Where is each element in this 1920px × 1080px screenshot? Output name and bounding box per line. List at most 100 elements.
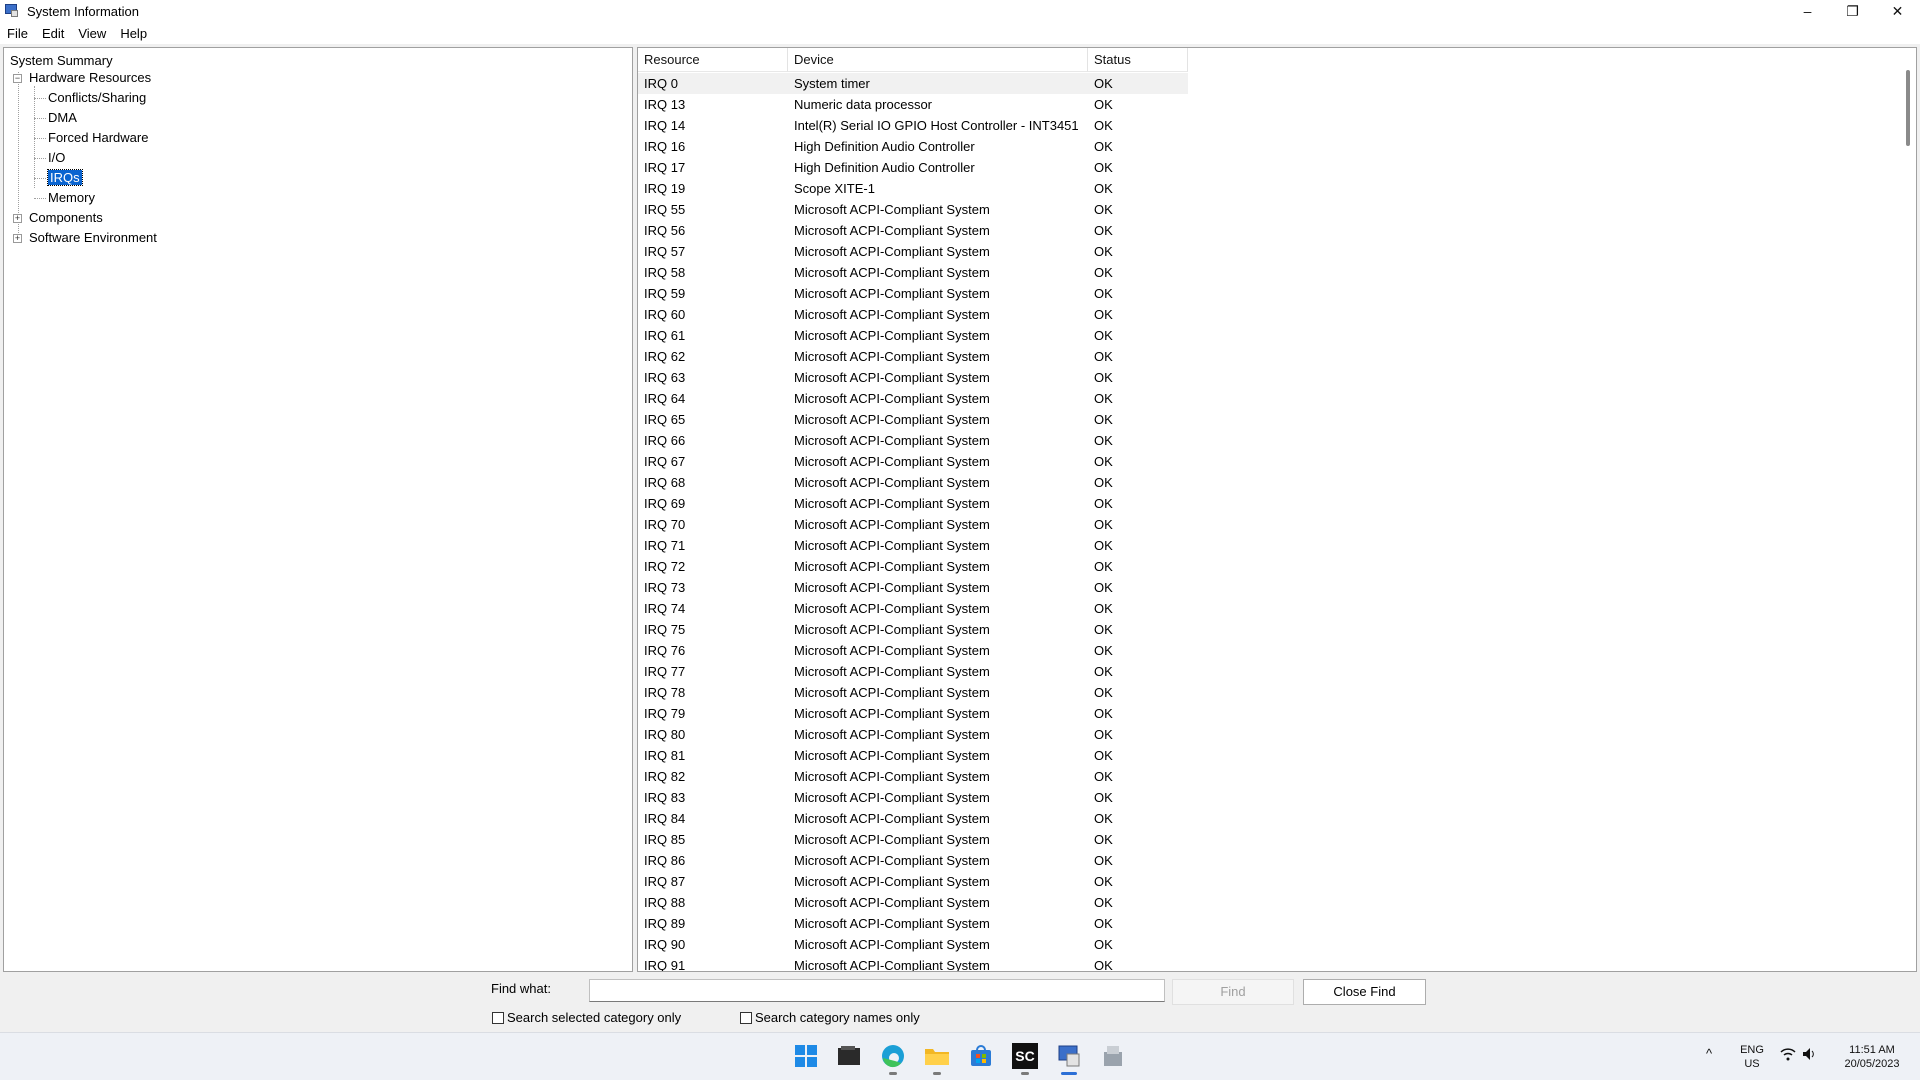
tree-item-components[interactable]: Components [29, 208, 103, 228]
table-row[interactable]: IRQ 68 Microsoft ACPI-Compliant System OK [638, 472, 1878, 493]
details-list[interactable]: Resource Device Status IRQ 0 System timer… [637, 47, 1917, 972]
sc-app-icon[interactable]: SC [1012, 1043, 1038, 1075]
menu-view[interactable]: View [71, 26, 113, 41]
vertical-scrollbar[interactable] [1899, 48, 1916, 971]
tree-item-dma[interactable]: DMA [48, 108, 77, 128]
table-row[interactable]: IRQ 83 Microsoft ACPI-Compliant System OK [638, 787, 1878, 808]
table-row[interactable]: IRQ 87 Microsoft ACPI-Compliant System OK [638, 871, 1878, 892]
device-cell: Microsoft ACPI-Compliant System [794, 454, 990, 469]
device-cell: Microsoft ACPI-Compliant System [794, 937, 990, 952]
search-selected-category-label: Search selected category only [507, 1010, 682, 1025]
tree-item-irqs[interactable]: IRQs [47, 168, 83, 188]
table-row[interactable]: IRQ 55 Microsoft ACPI-Compliant System OK [638, 199, 1878, 220]
language-indicator[interactable]: ENG US [1736, 1043, 1768, 1071]
menu-file[interactable]: File [0, 26, 35, 41]
resource-cell: IRQ 69 [644, 496, 686, 511]
device-cell: Microsoft ACPI-Compliant System [794, 811, 990, 826]
table-row[interactable]: IRQ 89 Microsoft ACPI-Compliant System OK [638, 913, 1878, 934]
table-row[interactable]: IRQ 69 Microsoft ACPI-Compliant System OK [638, 493, 1878, 514]
table-row[interactable]: IRQ 86 Microsoft ACPI-Compliant System OK [638, 850, 1878, 871]
table-row[interactable]: IRQ 13 Numeric data processor OK [638, 94, 1878, 115]
wifi-icon[interactable] [1780, 1047, 1796, 1065]
system-information-icon[interactable] [1056, 1043, 1082, 1075]
search-selected-category-checkbox[interactable]: Search selected category only [492, 1010, 681, 1025]
table-row[interactable]: IRQ 61 Microsoft ACPI-Compliant System OK [638, 325, 1878, 346]
find-button[interactable]: Find [1172, 979, 1294, 1005]
scrollbar-thumb[interactable] [1906, 70, 1910, 146]
checkbox-box[interactable] [492, 1011, 504, 1024]
table-row[interactable]: IRQ 56 Microsoft ACPI-Compliant System OK [638, 220, 1878, 241]
table-row[interactable]: IRQ 62 Microsoft ACPI-Compliant System OK [638, 346, 1878, 367]
tree-item-hardware-resources[interactable]: Hardware Resources [29, 68, 151, 88]
table-row[interactable]: IRQ 16 High Definition Audio Controller OK [638, 136, 1878, 157]
table-row[interactable]: IRQ 77 Microsoft ACPI-Compliant System OK [638, 661, 1878, 682]
table-row[interactable]: IRQ 17 High Definition Audio Controller OK [638, 157, 1878, 178]
show-hidden-icons-chevron[interactable]: ^ [1706, 1047, 1712, 1061]
tree-connector [34, 198, 46, 199]
find-what-input[interactable] [589, 979, 1165, 1002]
expand-icon[interactable]: + [13, 214, 22, 223]
store-icon[interactable] [968, 1043, 994, 1069]
table-row[interactable]: IRQ 72 Microsoft ACPI-Compliant System OK [638, 556, 1878, 577]
table-row[interactable]: IRQ 67 Microsoft ACPI-Compliant System OK [638, 451, 1878, 472]
volume-icon[interactable] [1802, 1047, 1816, 1065]
table-row[interactable]: IRQ 57 Microsoft ACPI-Compliant System OK [638, 241, 1878, 262]
table-row[interactable]: IRQ 90 Microsoft ACPI-Compliant System OK [638, 934, 1878, 955]
app-installer-icon[interactable] [1100, 1043, 1126, 1069]
file-explorer-icon[interactable] [924, 1043, 950, 1075]
table-row[interactable]: IRQ 65 Microsoft ACPI-Compliant System OK [638, 409, 1878, 430]
table-row[interactable]: IRQ 84 Microsoft ACPI-Compliant System OK [638, 808, 1878, 829]
column-header-status[interactable]: Status [1088, 48, 1188, 72]
table-row[interactable]: IRQ 78 Microsoft ACPI-Compliant System OK [638, 682, 1878, 703]
tree-item-forced-hardware[interactable]: Forced Hardware [48, 128, 148, 148]
tree-connector [34, 158, 46, 159]
close-find-button[interactable]: Close Find [1303, 979, 1426, 1005]
tree-item-software-environment[interactable]: Software Environment [29, 228, 157, 248]
maximize-button[interactable]: ❐ [1830, 0, 1875, 22]
table-row[interactable]: IRQ 0 System timer OK [638, 73, 1188, 94]
terminal-icon[interactable] [836, 1043, 862, 1069]
table-row[interactable]: IRQ 74 Microsoft ACPI-Compliant System OK [638, 598, 1878, 619]
search-category-names-checkbox[interactable]: Search category names only [740, 1010, 920, 1025]
table-row[interactable]: IRQ 82 Microsoft ACPI-Compliant System OK [638, 766, 1878, 787]
category-tree[interactable]: System Summary − Hardware Resources Conf… [3, 47, 633, 972]
close-button[interactable]: ✕ [1875, 0, 1920, 22]
edge-icon[interactable] [880, 1043, 906, 1075]
table-row[interactable]: IRQ 14 Intel(R) Serial IO GPIO Host Contr… [638, 115, 1878, 136]
table-row[interactable]: IRQ 73 Microsoft ACPI-Compliant System OK [638, 577, 1878, 598]
table-row[interactable]: IRQ 59 Microsoft ACPI-Compliant System OK [638, 283, 1878, 304]
table-row[interactable]: IRQ 88 Microsoft ACPI-Compliant System OK [638, 892, 1878, 913]
table-row[interactable]: IRQ 19 Scope XITE-1 OK [638, 178, 1878, 199]
table-row[interactable]: IRQ 70 Microsoft ACPI-Compliant System OK [638, 514, 1878, 535]
table-row[interactable]: IRQ 66 Microsoft ACPI-Compliant System OK [638, 430, 1878, 451]
table-row[interactable]: IRQ 60 Microsoft ACPI-Compliant System OK [638, 304, 1878, 325]
tree-item-conflicts-sharing[interactable]: Conflicts/Sharing [48, 88, 146, 108]
menu-edit[interactable]: Edit [35, 26, 71, 41]
table-row[interactable]: IRQ 63 Microsoft ACPI-Compliant System OK [638, 367, 1878, 388]
table-row[interactable]: IRQ 81 Microsoft ACPI-Compliant System OK [638, 745, 1878, 766]
table-row[interactable]: IRQ 76 Microsoft ACPI-Compliant System OK [638, 640, 1878, 661]
table-row[interactable]: IRQ 91 Microsoft ACPI-Compliant System OK [638, 955, 1878, 972]
device-cell: Microsoft ACPI-Compliant System [794, 433, 990, 448]
resource-cell: IRQ 61 [644, 328, 686, 343]
table-row[interactable]: IRQ 64 Microsoft ACPI-Compliant System OK [638, 388, 1878, 409]
checkbox-box[interactable] [740, 1011, 752, 1024]
column-header-resource[interactable]: Resource [638, 48, 788, 72]
expand-icon[interactable]: + [13, 234, 22, 243]
menu-bar: File Edit View Help [0, 22, 1920, 44]
table-row[interactable]: IRQ 58 Microsoft ACPI-Compliant System OK [638, 262, 1878, 283]
device-cell: Microsoft ACPI-Compliant System [794, 958, 990, 972]
tree-item-io[interactable]: I/O [48, 148, 65, 168]
start-icon[interactable] [793, 1043, 819, 1069]
table-row[interactable]: IRQ 80 Microsoft ACPI-Compliant System OK [638, 724, 1878, 745]
table-row[interactable]: IRQ 85 Microsoft ACPI-Compliant System OK [638, 829, 1878, 850]
table-row[interactable]: IRQ 75 Microsoft ACPI-Compliant System OK [638, 619, 1878, 640]
tree-item-memory[interactable]: Memory [48, 188, 95, 208]
clock[interactable]: 11:51 AM 20/05/2023 [1834, 1043, 1910, 1071]
table-row[interactable]: IRQ 71 Microsoft ACPI-Compliant System OK [638, 535, 1878, 556]
collapse-icon[interactable]: − [13, 74, 22, 83]
minimize-button[interactable]: – [1785, 0, 1830, 22]
table-row[interactable]: IRQ 79 Microsoft ACPI-Compliant System OK [638, 703, 1878, 724]
menu-help[interactable]: Help [113, 26, 154, 41]
column-header-device[interactable]: Device [788, 48, 1088, 72]
